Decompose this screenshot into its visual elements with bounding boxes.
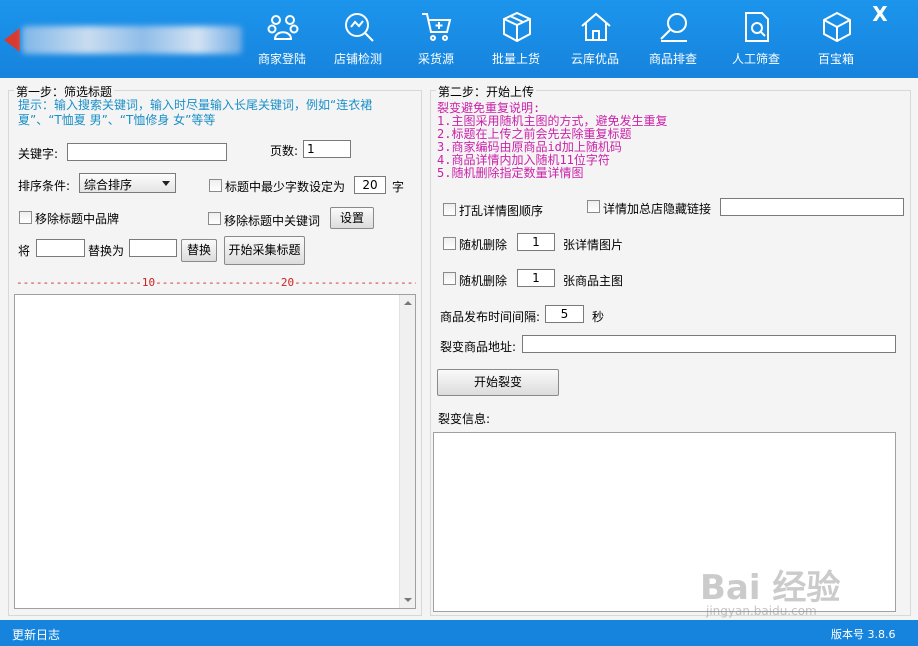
min-chars-checkbox[interactable] [209, 179, 222, 192]
nav-product-check[interactable]: 商品排查 [635, 0, 711, 78]
scroll-down-icon[interactable] [404, 598, 412, 602]
nav-label: 店铺检测 [333, 52, 382, 66]
scroll-up-icon[interactable] [404, 301, 412, 305]
replace-from-input[interactable] [36, 239, 85, 257]
interval-unit: 秒 [592, 310, 605, 324]
version-label: 版本号 3.8.6 [831, 628, 896, 641]
sort-select[interactable]: 综合排序 [79, 173, 176, 193]
min-chars-unit: 字 [392, 180, 405, 194]
hidden-link-label: 详情加总店隐藏链接 [603, 202, 712, 216]
step1-tip: 提示：输入搜索关键词，输入时尽量输入长尾关键词，例如“连衣裙夏”、“T恤夏 男”… [18, 98, 373, 127]
nav-batch-upload[interactable]: 批量上货 [478, 0, 554, 78]
close-button[interactable]: X [868, 2, 892, 26]
nav-label: 批量上货 [491, 52, 540, 66]
baidu-watermark-url: jingyan.baidu.com [706, 604, 817, 618]
titles-textarea[interactable] [14, 294, 416, 609]
replace-to-label: 替换为 [88, 244, 125, 258]
top-toolbar: 商家登陆 店铺检测 采货源 批量上货 云库优品 商品排查 人工筛查 百宝箱 X [0, 0, 918, 78]
start-fission-button[interactable]: 开始裂变 [437, 369, 559, 396]
interval-input[interactable]: 5 [545, 305, 584, 323]
app-logo [4, 22, 244, 58]
cart-add-icon [422, 13, 452, 41]
nav-label: 商品排查 [648, 52, 697, 66]
baidu-watermark: Bai 经验 [700, 568, 841, 608]
cube-icon [823, 11, 851, 43]
paw-icon [267, 15, 299, 40]
changelog-link[interactable]: 更新日志 [12, 626, 60, 643]
remove-brand-label: 移除标题中品牌 [35, 212, 120, 226]
nav-merchant-login[interactable]: 商家登陆 [244, 0, 320, 78]
nav-shop-check[interactable]: 店铺检测 [320, 0, 396, 78]
nav-label: 商家登陆 [257, 52, 306, 66]
sort-select-value: 综合排序 [84, 178, 133, 192]
replace-button[interactable]: 替换 [181, 239, 217, 262]
hidden-link-checkbox[interactable] [587, 200, 600, 213]
box-upload-icon [503, 11, 531, 43]
nav-label: 云库优品 [570, 52, 619, 66]
pages-label: 页数: [270, 144, 299, 158]
document-search-icon [745, 12, 769, 42]
fission-info-label: 裂变信息: [438, 412, 491, 426]
shuffle-detail-images-checkbox[interactable] [443, 203, 456, 216]
nav-manual-screen[interactable]: 人工筛查 [718, 0, 794, 78]
home-icon [581, 12, 611, 41]
random-delete-detail-unit: 张详情图片 [563, 238, 624, 252]
start-collect-titles-button[interactable]: 开始采集标题 [224, 236, 305, 265]
step2-title: 第二步：开始上传 [436, 83, 537, 100]
min-chars-label: 标题中最少字数设定为 [225, 180, 346, 194]
status-bar: 更新日志 版本号 3.8.6 [0, 620, 918, 646]
replace-from-label: 将 [18, 244, 31, 258]
logo-blurred-title [22, 26, 242, 54]
fission-note-line: 5.随机删除指定数量详情图 [437, 166, 584, 180]
random-delete-detail-label: 随机删除 [459, 238, 508, 252]
random-delete-main-input[interactable]: 1 [517, 269, 555, 287]
search-chart-icon [345, 13, 374, 42]
titles-scrollbar[interactable] [399, 295, 415, 608]
character-ruler: -------------------10-------------------… [16, 276, 416, 288]
random-delete-main-unit: 张商品主图 [563, 274, 624, 288]
nav-toolbox[interactable]: 百宝箱 [798, 0, 874, 78]
shuffle-detail-images-label: 打乱详情图顺序 [459, 204, 544, 218]
nav-source-goods[interactable]: 采货源 [398, 0, 474, 78]
logo-arrow-icon [4, 28, 20, 52]
keyword-label: 关键字: [18, 147, 59, 161]
address-label: 裂变商品地址: [440, 340, 517, 354]
nav-label: 采货源 [417, 52, 454, 66]
interval-label: 商品发布时间间隔: [440, 310, 541, 324]
sort-label: 排序条件: [18, 179, 71, 193]
chevron-down-icon [162, 181, 170, 186]
min-chars-input[interactable]: 20 [354, 176, 386, 194]
remove-brand-checkbox[interactable] [19, 211, 32, 224]
remove-keyword-label: 移除标题中关键词 [224, 214, 321, 228]
random-delete-detail-checkbox[interactable] [443, 237, 456, 250]
hidden-link-input[interactable] [720, 198, 904, 216]
settings-button[interactable]: 设置 [330, 207, 374, 229]
random-delete-detail-input[interactable]: 1 [517, 233, 555, 251]
nav-label: 百宝箱 [817, 52, 854, 66]
replace-to-input[interactable] [129, 239, 177, 257]
nav-cloud-picks[interactable]: 云库优品 [557, 0, 633, 78]
nav-label: 人工筛查 [731, 52, 780, 66]
remove-keyword-checkbox[interactable] [208, 212, 221, 225]
keyword-input[interactable] [67, 143, 227, 161]
magnifier-icon [660, 13, 687, 42]
pages-input[interactable]: 1 [303, 140, 351, 158]
random-delete-main-checkbox[interactable] [443, 272, 456, 285]
address-input[interactable] [522, 335, 896, 353]
random-delete-main-label: 随机删除 [459, 274, 508, 288]
